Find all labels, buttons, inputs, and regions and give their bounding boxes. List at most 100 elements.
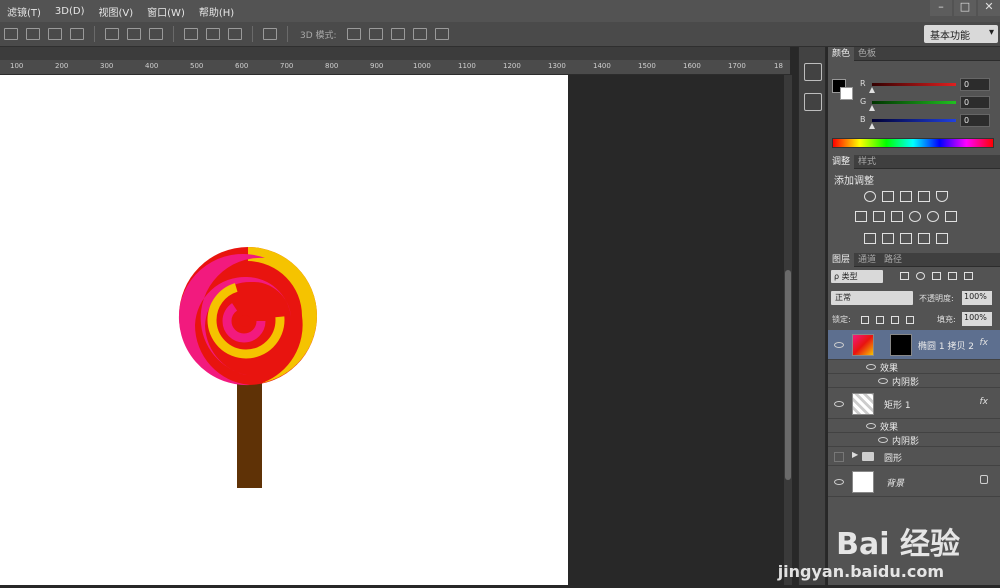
3d-pan-icon[interactable] (391, 28, 405, 40)
effects-eye-icon[interactable] (866, 423, 876, 429)
filter-shape-icon[interactable] (948, 272, 957, 280)
brightness-icon[interactable] (864, 191, 876, 202)
layer-row-rectangle[interactable]: 矩形 1 fx (828, 389, 1000, 419)
distribute-vcenter-icon[interactable] (127, 28, 141, 40)
auto-align-icon[interactable] (263, 28, 277, 40)
threshold-icon[interactable] (900, 233, 912, 244)
green-value-input[interactable]: 0 (960, 96, 990, 109)
visibility-eye-icon[interactable] (834, 479, 844, 485)
group-name[interactable]: 圆形 (884, 451, 902, 464)
filter-pixel-icon[interactable] (900, 272, 909, 280)
green-slider[interactable] (872, 101, 956, 104)
layer-thumbnail (852, 471, 874, 493)
blue-slider[interactable] (872, 119, 956, 122)
effects-eye-icon[interactable] (866, 364, 876, 370)
posterize-icon[interactable] (882, 233, 894, 244)
distribute-left-icon[interactable] (184, 28, 198, 40)
blend-mode-select[interactable]: 正常 (831, 291, 913, 305)
invert-icon[interactable] (864, 233, 876, 244)
layer-name[interactable]: 背景 (886, 476, 904, 489)
menu-window[interactable]: 窗口(W) (140, 4, 192, 19)
channel-mixer-icon[interactable] (927, 211, 939, 222)
color-balance-icon[interactable] (873, 211, 885, 222)
color-lookup-icon[interactable] (945, 211, 957, 222)
align-bottom-icon[interactable] (70, 28, 84, 40)
visibility-eye-icon[interactable] (834, 342, 844, 348)
expand-arrow-icon[interactable]: ▶ (852, 450, 858, 459)
filter-adjustment-icon[interactable] (916, 272, 925, 280)
red-slider-thumb[interactable] (869, 87, 875, 93)
history-icon[interactable] (804, 63, 822, 81)
effect-eye-icon[interactable] (878, 378, 888, 384)
fx-icon[interactable]: fx (980, 397, 989, 407)
layer-row-group[interactable]: ▶ 圆形 (828, 448, 1000, 466)
align-left-icon[interactable] (4, 28, 18, 40)
scroll-thumb[interactable] (785, 270, 791, 480)
visibility-eye-icon[interactable] (834, 401, 844, 407)
menu-3d[interactable]: 3D(D) (48, 6, 92, 17)
filter-type-icon[interactable] (932, 272, 941, 280)
lollipop-stick[interactable] (237, 380, 262, 488)
document-canvas[interactable] (0, 75, 568, 585)
photo-filter-icon[interactable] (909, 211, 921, 222)
tab-styles[interactable]: 样式 (854, 155, 880, 169)
3d-rotate-icon[interactable] (347, 28, 361, 40)
layer-filter-select[interactable]: ρ 类型 (831, 270, 883, 283)
menu-help[interactable]: 帮助(H) (192, 4, 241, 19)
visibility-toggle[interactable] (834, 452, 844, 462)
tab-paths[interactable]: 路径 (880, 253, 906, 267)
vibrance-icon[interactable] (936, 191, 948, 202)
opacity-label: 不透明度: (919, 293, 954, 304)
red-slider[interactable] (872, 83, 956, 86)
lock-transparent-icon[interactable] (861, 316, 869, 324)
distribute-right-icon[interactable] (228, 28, 242, 40)
properties-icon[interactable] (804, 93, 822, 111)
menu-filter[interactable]: 滤镜(T) (0, 4, 48, 19)
fill-input[interactable]: 100% (962, 312, 992, 326)
layer-name[interactable]: 矩形 1 (884, 398, 911, 411)
effect-eye-icon[interactable] (878, 437, 888, 443)
tab-color[interactable]: 颜色 (828, 47, 854, 61)
green-slider-thumb[interactable] (869, 105, 875, 111)
3d-slide-icon[interactable] (413, 28, 427, 40)
align-vcenter-icon[interactable] (48, 28, 62, 40)
align-top-icon[interactable] (26, 28, 40, 40)
tab-layers[interactable]: 图层 (828, 253, 854, 267)
red-value-input[interactable]: 0 (960, 78, 990, 91)
blue-slider-thumb[interactable] (869, 123, 875, 129)
restore-button[interactable]: □ (954, 0, 976, 16)
workspace-select[interactable]: 基本功能 ▾ (924, 25, 998, 43)
selective-color-icon[interactable] (918, 233, 930, 244)
curves-icon[interactable] (900, 191, 912, 202)
blue-value-input[interactable]: 0 (960, 114, 990, 127)
fx-icon[interactable]: fx (980, 338, 989, 348)
lock-all-icon[interactable] (906, 316, 914, 324)
distribute-bottom-icon[interactable] (149, 28, 163, 40)
effect-name: 内阴影 (892, 375, 919, 388)
lock-position-icon[interactable] (891, 316, 899, 324)
distribute-hcenter-icon[interactable] (206, 28, 220, 40)
distribute-top-icon[interactable] (105, 28, 119, 40)
tab-adjustments[interactable]: 调整 (828, 155, 854, 169)
black-white-icon[interactable] (891, 211, 903, 222)
tab-swatches[interactable]: 色板 (854, 47, 880, 61)
tab-channels[interactable]: 通道 (854, 253, 880, 267)
lock-pixels-icon[interactable] (876, 316, 884, 324)
layer-row-ellipse[interactable]: 椭圆 1 拷贝 2 fx (828, 330, 1000, 360)
3d-roll-icon[interactable] (369, 28, 383, 40)
exposure-icon[interactable] (918, 191, 930, 202)
levels-icon[interactable] (882, 191, 894, 202)
color-spectrum-bar[interactable] (832, 138, 994, 148)
vertical-scrollbar[interactable] (784, 75, 792, 585)
close-button[interactable]: ✕ (978, 0, 1000, 16)
layer-row-background[interactable]: 背景 (828, 467, 1000, 497)
minimize-button[interactable]: – (930, 0, 952, 16)
filter-smart-object-icon[interactable] (964, 272, 973, 280)
3d-scale-icon[interactable] (435, 28, 449, 40)
hue-saturation-icon[interactable] (855, 211, 867, 222)
layer-name[interactable]: 椭圆 1 拷贝 2 (918, 339, 974, 352)
menu-view[interactable]: 视图(V) (92, 4, 141, 19)
canvas-area[interactable] (0, 75, 790, 585)
gradient-map-icon[interactable] (936, 233, 948, 244)
opacity-input[interactable]: 100% (962, 291, 992, 305)
